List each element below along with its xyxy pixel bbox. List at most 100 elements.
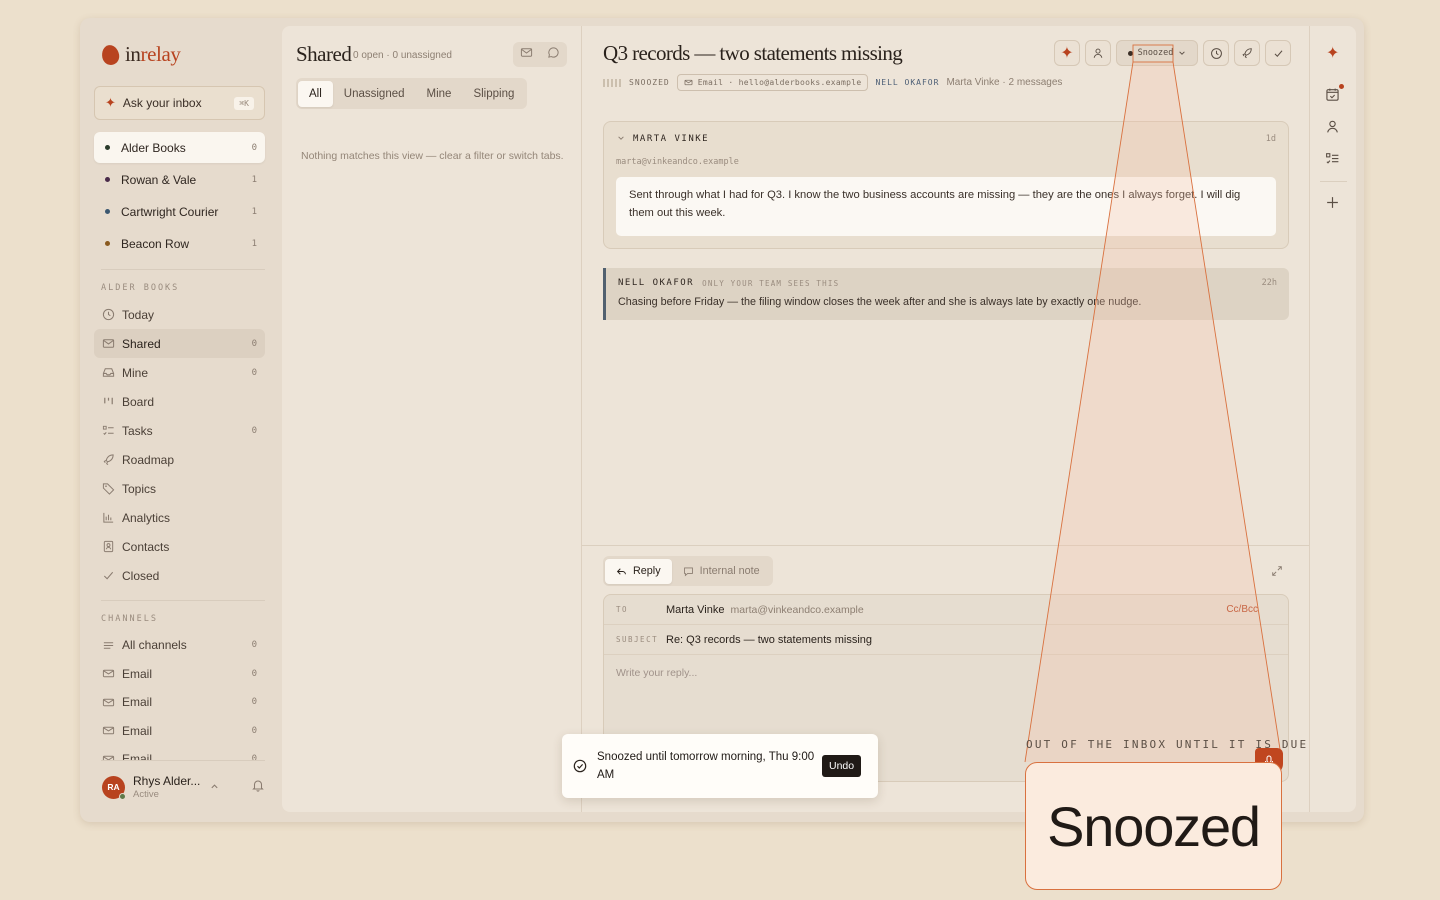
nav-label: Contacts (122, 539, 170, 554)
sparkle-icon: ✦ (105, 95, 116, 110)
check-circle-icon (573, 759, 587, 778)
list-title: Shared (296, 42, 352, 66)
nav-item-board[interactable]: Board (94, 387, 265, 416)
ask-inbox-button[interactable]: ✦ Ask your inbox ⌘K (94, 86, 265, 120)
inbox-list: Alder Books 0 Rowan & Vale 1 Cartwright … (94, 132, 265, 260)
section-label-channels: CHANNELS (101, 614, 158, 624)
app-window: inrelay ✦ Ask your inbox ⌘K Alder Books … (80, 18, 1364, 822)
tab-slipping[interactable]: Slipping (462, 81, 525, 107)
channel-item-email[interactable]: Email 0 (94, 688, 265, 717)
note-visibility: ONLY YOUR TEAM SEES THIS (702, 278, 840, 288)
person-icon (1093, 48, 1103, 58)
board-icon (101, 395, 115, 409)
status-dropdown-label: Snoozed (1137, 48, 1174, 58)
tab-mine[interactable]: Mine (416, 81, 463, 107)
user-name: Rhys Alder... (133, 774, 201, 788)
plus-icon[interactable] (1325, 195, 1340, 215)
assignee-label[interactable]: NELL OKAFOR (875, 78, 939, 87)
nav-item-closed[interactable]: Closed (94, 561, 265, 590)
rocket-icon (1242, 48, 1252, 59)
online-indicator (119, 792, 126, 800)
sidebar-divider (101, 600, 265, 601)
user-menu[interactable]: RA Rhys Alder... Active (102, 774, 267, 800)
list-subtitle: 0 open · 0 unassigned (353, 50, 452, 61)
thread-meta: SNOOZED Email · hello@alderbooks.example… (603, 74, 1062, 91)
composer-divider (582, 545, 1310, 546)
nav-item-shared[interactable]: Shared 0 (94, 329, 265, 358)
list-icon (101, 638, 115, 652)
ai-assist-button[interactable]: ✦ (1054, 40, 1080, 66)
tab-unassigned[interactable]: Unassigned (333, 81, 416, 107)
note-text: Chasing before Friday — the filing windo… (618, 296, 1142, 308)
inbox-item-beacon-row[interactable]: Beacon Row 1 (94, 228, 265, 259)
inbox-item-alder-books[interactable]: Alder Books 0 (94, 132, 265, 163)
to-row[interactable]: TO Marta Vinke marta@vinkeandco.example … (604, 595, 1288, 625)
inbox-count: 1 (251, 174, 257, 185)
nav-count: 0 (251, 338, 257, 349)
tab-internal-note[interactable]: Internal note (672, 559, 771, 584)
tab-all[interactable]: All (298, 80, 333, 107)
subject-row[interactable]: SUBJECT Re: Q3 records — two statements … (604, 625, 1288, 655)
close-conversation-button[interactable] (1265, 40, 1291, 66)
message-time: 1d (1265, 134, 1276, 144)
chart-icon (101, 511, 115, 525)
channel-item-email[interactable]: Email 0 (94, 660, 265, 689)
brand-mark-icon (100, 42, 121, 67)
escalate-button[interactable] (1234, 40, 1260, 66)
channel-count: 0 (251, 668, 257, 679)
nav-item-topics[interactable]: Topics (94, 474, 265, 503)
cc-bcc-toggle[interactable]: Cc/Bcc (1226, 604, 1258, 615)
channel-item-email[interactable]: Email 0 (94, 717, 265, 746)
person-icon[interactable] (1325, 119, 1340, 139)
sparkle-icon: ✦ (1060, 45, 1074, 62)
notification-badge (1339, 84, 1344, 89)
toast-message: Snoozed until tomorrow morning, Thu 9:00… (597, 751, 815, 781)
composer-tabs: Reply Internal note (603, 556, 773, 586)
nav-item-today[interactable]: Today (94, 300, 265, 329)
nav-label: Closed (122, 568, 160, 583)
reply-body-input[interactable]: Write your reply... (616, 667, 697, 679)
channel-label: Email (122, 666, 153, 681)
nav-item-analytics[interactable]: Analytics (94, 503, 265, 532)
calendar-check-icon[interactable] (1325, 87, 1340, 107)
inbox-name: Beacon Row (121, 236, 190, 251)
inbox-item-rowan-vale[interactable]: Rowan & Vale 1 (94, 164, 265, 195)
inbox-item-cartwright-courier[interactable]: Cartwright Courier 1 (94, 196, 265, 227)
nav-item-roadmap[interactable]: Roadmap (94, 445, 265, 474)
nav-item-mine[interactable]: Mine 0 (94, 358, 265, 387)
assign-button[interactable] (1085, 40, 1111, 66)
empty-state-message: Nothing matches this view — clear a filt… (301, 150, 564, 162)
nav-item-tasks[interactable]: Tasks 0 (94, 416, 265, 445)
tasks-icon[interactable] (1325, 151, 1340, 171)
chat-bubble-icon[interactable] (547, 46, 560, 64)
expand-icon[interactable] (1271, 564, 1283, 582)
channel-label: All channels (122, 638, 187, 653)
compose-email-icon[interactable] (520, 46, 533, 64)
chevron-down-icon (1179, 51, 1186, 55)
channel-label: Email (122, 723, 153, 738)
nav-label: Analytics (122, 510, 171, 525)
subject-field: Re: Q3 records — two statements missing (666, 633, 873, 646)
sparkle-icon[interactable]: ✦ (1326, 43, 1339, 63)
bell-icon[interactable] (251, 778, 265, 797)
inbox-name: Rowan & Vale (121, 172, 197, 187)
tab-reply[interactable]: Reply (605, 558, 672, 584)
inbox-color-dot (105, 209, 110, 214)
sidebar-divider (101, 269, 265, 270)
internal-note: NELL OKAFOR ONLY YOUR TEAM SEES THIS 22h… (603, 268, 1289, 320)
message-sender[interactable]: MARTA VINKE (617, 134, 709, 144)
snooze-button[interactable] (1203, 40, 1229, 66)
undo-button[interactable]: Undo (822, 755, 862, 777)
zoom-callout-text: Snoozed (1047, 794, 1261, 858)
channel-chip[interactable]: Email · hello@alderbooks.example (676, 74, 869, 91)
inbox-color-dot (105, 177, 110, 182)
note-time: 22h (1261, 278, 1277, 288)
channel-chip-label: Email · hello@alderbooks.example (697, 78, 862, 87)
channel-item-email[interactable]: Email 0 (94, 745, 265, 761)
clock-icon (101, 308, 115, 322)
nav-item-contacts[interactable]: Contacts (94, 532, 265, 561)
brand-logo[interactable]: inrelay (100, 42, 181, 67)
status-dot (1127, 50, 1133, 56)
status-dropdown[interactable]: Snoozed (1116, 40, 1198, 66)
channel-item-all[interactable]: All channels 0 (94, 631, 265, 660)
